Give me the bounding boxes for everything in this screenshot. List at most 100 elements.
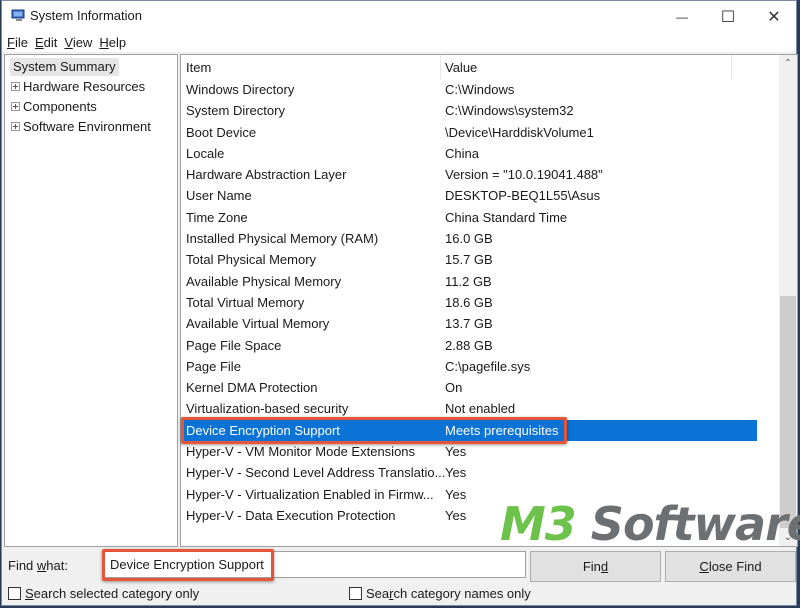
list-rows: Windows Directory C:\Windows System Direct…: [181, 79, 779, 526]
row-item-value: China Standard Time: [445, 209, 568, 225]
row-item-value: C:\Windows\system32: [445, 103, 574, 119]
vertical-scrollbar[interactable]: ⌃ ⌄: [779, 55, 797, 546]
row-item-name: Hyper-V - Data Execution Protection: [186, 507, 396, 523]
row-item-value: Yes: [445, 465, 467, 481]
list-row[interactable]: User Name DESKTOP-BEQ1L55\Asus: [181, 185, 779, 206]
search-category-names-checkbox[interactable]: [349, 587, 362, 600]
menu-edit[interactable]: Edit: [35, 35, 57, 50]
row-item-name: Hyper-V - VM Monitor Mode Extensions: [186, 444, 416, 460]
row-item-name: Total Virtual Memory: [186, 294, 305, 310]
menu-bar: File Edit View Help: [2, 32, 796, 52]
find-what-input[interactable]: [102, 551, 526, 578]
scroll-up-icon[interactable]: ⌃: [779, 55, 797, 72]
row-item-name: Time Zone: [186, 209, 248, 225]
row-item-value: 18.6 GB: [445, 294, 493, 310]
category-tree[interactable]: System Summary Hardware Resources Compon…: [4, 54, 178, 547]
watermark-logo: M3 Software: [500, 497, 800, 551]
list-row[interactable]: Windows Directory C:\Windows: [181, 79, 779, 100]
list-row[interactable]: Hyper-V - VM Monitor Mode Extensions Yes: [181, 441, 779, 462]
row-item-name: Page File Space: [186, 337, 282, 353]
minimize-icon: —: [676, 9, 688, 24]
close-button[interactable]: ✕: [751, 1, 797, 32]
search-category-names-option[interactable]: Search category names only: [349, 586, 531, 601]
row-item-value: Meets prerequisites: [445, 422, 559, 438]
row-item-name: Locale: [186, 145, 225, 161]
list-row[interactable]: Hardware Abstraction Layer Version = "10.…: [181, 164, 779, 185]
system-information-window: System Information — ☐ ✕ File Edit View …: [1, 0, 800, 606]
row-item-value: C:\pagefile.sys: [445, 358, 531, 374]
system-information-app-icon: [11, 9, 25, 21]
column-header-value[interactable]: Value: [445, 60, 477, 75]
menu-view[interactable]: View: [64, 35, 92, 50]
row-item-value: On: [445, 380, 463, 396]
row-item-value: C:\Windows: [445, 82, 515, 97]
row-item-value: 11.2 GB: [445, 273, 492, 289]
tree-item-components[interactable]: Components: [11, 98, 97, 116]
window-title: System Information: [30, 8, 142, 23]
row-item-value: Not enabled: [445, 401, 516, 417]
list-header: Item Value: [181, 55, 779, 79]
row-item-name: Hardware Abstraction Layer: [186, 167, 347, 183]
row-item-value: 13.7 GB: [445, 316, 493, 332]
list-row[interactable]: Hyper-V - Second Level Address Translati…: [181, 462, 779, 483]
row-item-name: Boot Device: [186, 124, 257, 140]
row-item-value: 2.88 GB: [445, 337, 493, 353]
row-item-value: DESKTOP-BEQ1L55\Asus: [445, 188, 601, 204]
tree-item-hardware-resources[interactable]: Hardware Resources: [11, 78, 145, 96]
maximize-button[interactable]: ☐: [705, 1, 751, 32]
scroll-thumb[interactable]: [780, 296, 796, 528]
row-item-value: Yes: [445, 507, 467, 523]
expand-plus-icon[interactable]: [11, 82, 20, 91]
row-item-value: Version = "10.0.19041.488": [445, 167, 603, 183]
list-row[interactable]: Virtualization-based security Not enabled: [181, 398, 779, 419]
details-list[interactable]: Item Value Windows Directory C:\Windows Sy…: [180, 54, 798, 547]
list-row[interactable]: Total Physical Memory 15.7 GB: [181, 249, 779, 270]
find-what-label: Find what:: [8, 558, 68, 573]
search-selected-category-checkbox[interactable]: [8, 587, 21, 600]
row-item-name: Installed Physical Memory (RAM): [186, 231, 379, 247]
list-row[interactable]: Installed Physical Memory (RAM) 16.0 GB: [181, 228, 779, 249]
tree-item-system-summary[interactable]: System Summary: [10, 58, 119, 76]
title-bar[interactable]: System Information — ☐ ✕: [2, 1, 796, 32]
close-find-button[interactable]: Close Find: [665, 551, 796, 582]
row-item-value: 16.0 GB: [445, 231, 493, 247]
row-item-name: Hyper-V - Second Level Address Translati…: [186, 465, 446, 481]
row-item-value: 15.7 GB: [445, 252, 493, 268]
column-divider[interactable]: [731, 55, 732, 79]
row-item-name: Hyper-V - Virtualization Enabled in Firm…: [186, 486, 434, 502]
expand-plus-icon[interactable]: [11, 122, 20, 131]
row-item-value: Yes: [445, 486, 467, 502]
row-item-value: \Device\HarddiskVolume1: [445, 124, 594, 140]
list-row[interactable]: Kernel DMA Protection On: [181, 377, 779, 398]
column-header-item[interactable]: Item: [186, 60, 211, 75]
row-item-name: Kernel DMA Protection: [186, 380, 318, 396]
row-item-name: Page File: [186, 358, 241, 374]
list-row[interactable]: Available Virtual Memory 13.7 GB: [181, 313, 779, 334]
row-item-name: Available Physical Memory: [186, 273, 342, 289]
row-item-name: Total Physical Memory: [186, 252, 317, 268]
list-row[interactable]: System Directory C:\Windows\system32: [181, 100, 779, 121]
maximize-icon: ☐: [720, 8, 736, 26]
column-divider[interactable]: [440, 55, 441, 79]
expand-plus-icon[interactable]: [11, 102, 20, 111]
minimize-button[interactable]: —: [659, 1, 705, 32]
list-row[interactable]: Page File Space 2.88 GB: [181, 335, 779, 356]
row-item-name: System Directory: [186, 103, 285, 119]
list-row[interactable]: Available Physical Memory 11.2 GB: [181, 271, 779, 292]
menu-help[interactable]: Help: [99, 35, 126, 50]
find-button[interactable]: Fin d: [530, 551, 661, 582]
close-icon: ✕: [767, 8, 781, 26]
list-row[interactable]: Boot Device \Device\HarddiskVolume1: [181, 122, 779, 143]
list-row[interactable]: Locale China: [181, 143, 779, 164]
list-row[interactable]: Page File C:\pagefile.sys: [181, 356, 779, 377]
row-item-name: Windows Directory: [186, 82, 295, 97]
list-row-selected[interactable]: Device Encryption Support Meets prerequis…: [181, 419, 757, 442]
menu-file[interactable]: File: [7, 35, 28, 50]
list-row[interactable]: Total Virtual Memory 18.6 GB: [181, 292, 779, 313]
tree-item-software-environment[interactable]: Software Environment: [11, 118, 151, 136]
search-selected-category-option[interactable]: Search selected category only: [8, 586, 199, 601]
row-item-value: Yes: [445, 444, 467, 460]
row-item-value: China: [445, 145, 479, 161]
list-row[interactable]: Time Zone China Standard Time: [181, 207, 779, 228]
row-item-name: Available Virtual Memory: [186, 316, 330, 332]
